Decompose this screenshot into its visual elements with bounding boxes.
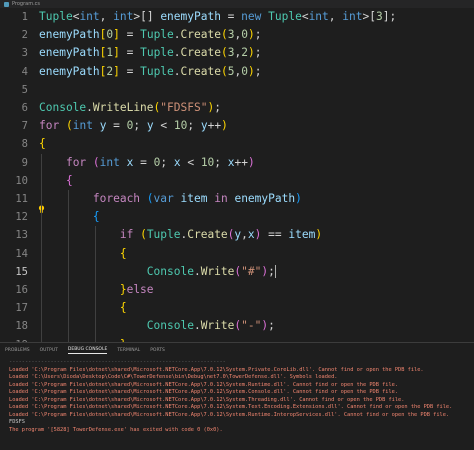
code-line-7[interactable]: 7 for (int y = 0; y < 10; y++) xyxy=(0,117,474,135)
console-line: Loaded 'C:\Program Files\dotnet\shared\M… xyxy=(9,404,453,410)
code-text: foreach (var item in enemyPath) xyxy=(92,192,302,205)
code-line-16[interactable]: 16 }else xyxy=(0,281,474,299)
line-number: 6 xyxy=(21,102,28,114)
console-line: Loaded 'C:\Program Files\dotnet\shared\M… xyxy=(9,389,399,395)
code-line-14[interactable]: 14 { xyxy=(0,245,474,263)
console-line: Loaded 'C:\Program Files\dotnet\shared\M… xyxy=(9,411,450,418)
indent-guide xyxy=(95,226,96,354)
line-number: 13 xyxy=(15,229,28,242)
code-text: Console.WriteLine("FDSFS"); xyxy=(39,101,221,114)
panel-tab-terminal[interactable]: TERMINAL xyxy=(117,348,140,353)
line-number: 16 xyxy=(15,284,28,296)
code-text: enemyPath[2] = Tuple.Create(5,0); xyxy=(39,64,262,78)
code-line-3[interactable]: 3 enemyPath[1] = Tuple.Create(3,2); xyxy=(0,44,474,62)
code-line-1[interactable]: 1 Tuple<int, int>[] enemyPath = new Tuple… xyxy=(0,8,474,26)
console-line: Loaded 'C:\Program Files\dotnet\shared\M… xyxy=(9,366,424,373)
line-number: 7 xyxy=(21,120,28,133)
line-number: 9 xyxy=(21,156,28,169)
code-text: { xyxy=(39,137,46,151)
line-number: 17 xyxy=(15,302,28,315)
editor-tab-label: Program.cs xyxy=(12,1,41,7)
line-number: 14 xyxy=(15,247,28,260)
code-text: Tuple<int, int>[] enemyPath = new Tuple<… xyxy=(39,10,397,23)
code-text: for (int x = 0; x < 10; x++) xyxy=(65,155,255,169)
code-text: if (Tuple.Create(y,x) == item) xyxy=(119,228,323,242)
code-line-6[interactable]: 6 Console.WriteLine("FDSFS"); xyxy=(0,99,474,117)
line-number: 3 xyxy=(21,47,28,60)
line-number: 11 xyxy=(15,193,28,205)
code-editor[interactable]: 1 Tuple<int, int>[] enemyPath = new Tuple… xyxy=(0,8,474,423)
code-text: }else xyxy=(119,283,154,296)
console-line: Loaded 'C:\Users\Dioda\Desktop\Code\C#\T… xyxy=(9,374,338,380)
code-line-9[interactable]: 9 for (int x = 0; x < 10; x++) xyxy=(0,154,474,172)
text-cursor xyxy=(274,265,276,279)
console-line: ----------------------------------------… xyxy=(9,359,226,365)
panel-tab-bar: PROBLEMS OUTPUT DEBUG CONSOLE TERMINAL PORTS xyxy=(0,343,474,357)
line-number: 1 xyxy=(21,11,28,23)
line-number: 10 xyxy=(15,174,28,187)
code-line-17[interactable]: 17 { xyxy=(0,299,474,317)
code-line-5[interactable]: 5 xyxy=(0,81,474,99)
line-number: 15 xyxy=(15,265,28,278)
bottom-panel: PROBLEMS OUTPUT DEBUG CONSOLE TERMINAL PORTS… xyxy=(0,342,474,450)
code-text: for (int y = 0; y < 10; y++) xyxy=(39,119,228,133)
code-line-15[interactable]: 15 Console.Write("#"); xyxy=(0,263,474,281)
code-text: Console.Write("#"); xyxy=(146,264,276,279)
console-line: The program '[5828] TowerDefense.exe' ha… xyxy=(9,426,223,433)
code-text: { xyxy=(92,210,100,224)
code-line-4[interactable]: 4 enemyPath[2] = Tuple.Create(5,0); xyxy=(0,63,474,81)
panel-tab-ports[interactable]: PORTS xyxy=(150,348,165,353)
panel-tab-debug-console[interactable]: DEBUG CONSOLE xyxy=(67,347,108,354)
panel-tab-problems[interactable]: PROBLEMS xyxy=(5,348,30,353)
code-line-13[interactable]: 13 if (Tuple.Create(y,x) == item) xyxy=(0,226,474,244)
code-line-12[interactable]: 12 { xyxy=(0,208,474,226)
line-number: 5 xyxy=(21,83,28,96)
code-text: enemyPath[1] = Tuple.Create(3,2); xyxy=(39,46,262,60)
panel-tab-output[interactable]: OUTPUT xyxy=(40,348,58,353)
code-line-10[interactable]: 10 { xyxy=(0,172,474,190)
console-line: Loaded 'C:\Program Files\dotnet\shared\M… xyxy=(9,396,405,403)
line-number: 4 xyxy=(21,65,28,78)
code-line-18[interactable]: 18 Console.Write("-"); xyxy=(0,317,474,335)
code-text: enemyPath[0] = Tuple.Create(3,0); xyxy=(39,28,262,42)
line-number: 18 xyxy=(15,320,28,333)
code-text: { xyxy=(119,246,127,260)
console-line: Loaded 'C:\Program Files\dotnet\shared\M… xyxy=(9,381,399,388)
csharp-file-icon xyxy=(4,1,9,7)
code-line-11[interactable]: 11 foreach (var item in enemyPath) xyxy=(0,190,474,208)
line-number: 2 xyxy=(21,29,28,42)
code-text: { xyxy=(65,173,73,187)
line-number: 12 xyxy=(15,211,28,224)
editor-tab-program-cs[interactable]: Program.cs xyxy=(0,0,40,8)
editor-tab-bar: Program.cs xyxy=(0,0,474,8)
line-number: 8 xyxy=(21,138,28,151)
code-line-8[interactable]: 8{ xyxy=(0,135,474,153)
code-line-2[interactable]: 2 enemyPath[0] = Tuple.Create(3,0); xyxy=(0,26,474,44)
console-line: FDSFS xyxy=(9,419,25,425)
code-text: { xyxy=(119,301,127,315)
code-text: Console.Write("-"); xyxy=(146,319,275,333)
